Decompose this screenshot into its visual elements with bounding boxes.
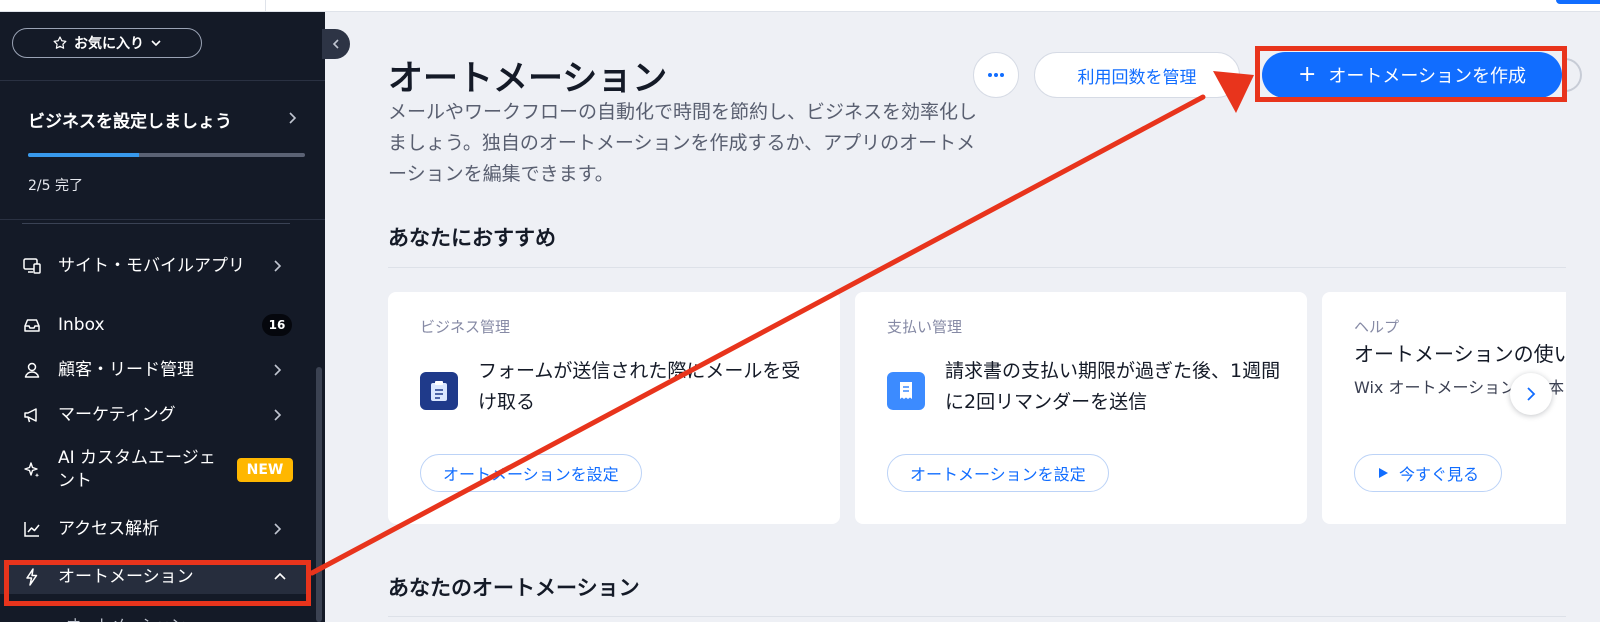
more-dots-icon [988,73,1004,77]
chevron-right-icon [274,260,282,272]
watch-now-button[interactable]: 今すぐ見る [1354,454,1503,492]
section-divider [388,616,1566,617]
sidebar: お気に入り ビジネスを設定しましょう 2/5 完了 サイト・モバイルアプリ In… [0,12,325,622]
megaphone-icon [22,405,42,425]
invoice-icon [887,372,925,410]
setup-progress-card[interactable]: ビジネスを設定しましょう 2/5 完了 [0,80,325,220]
chevron-right-icon [1527,387,1536,401]
sidebar-item-label: オートメーション [58,566,194,587]
setup-title: ビジネスを設定しましょう [28,112,232,132]
card-text: 請求書の支払い期限が過ぎた後、1週間に2回リマンダーを送信 [945,360,1281,413]
sidebar-item-site-app[interactable]: サイト・モバイルアプリ [0,240,325,292]
overflow-button-edge [1562,58,1582,92]
sidebar-item-automations[interactable]: オートメーション [0,560,310,594]
section-divider [388,267,1566,268]
setup-progress-fill [28,153,139,157]
create-automation-label: オートメーションを作成 [1328,66,1527,87]
carousel-next-button[interactable] [1510,373,1552,415]
chevron-left-icon [332,39,339,49]
sidebar-item-marketing[interactable]: マーケティング [0,400,325,430]
my-automations-section-title: あなたのオートメーション [388,576,640,600]
sidebar-scrollbar[interactable] [316,367,322,622]
inbox-count-badge: 16 [262,314,292,336]
lightning-icon [22,567,42,587]
nav-divider [22,223,290,224]
setup-automation-button[interactable]: オートメーションを設定 [887,454,1109,492]
new-badge: NEW [237,458,293,482]
sidebar-item-analytics[interactable]: アクセス解析 [0,514,325,544]
setup-progress-text: 2/5 完了 [28,178,83,194]
help-card-title: オートメーションの使い [1354,342,1566,366]
top-bar-accent [1556,0,1600,4]
inbox-icon [22,315,42,335]
sidebar-subitem-automations[interactable]: オートメーション [66,614,186,622]
recommendation-card: 支払い管理 請求書の支払い期限が過ぎた後、1週間に2回リマンダーを送信 オートメ… [855,292,1307,524]
recommended-carousel: ビジネス管理 フォームが送信された際にメールを受け取る オートメーションを設定 … [388,292,1566,524]
clipboard-icon [420,372,458,410]
sidebar-item-label: AI カスタムエージェント [58,448,216,491]
plus-icon: + [1297,62,1317,87]
chevron-up-icon [274,572,286,580]
chart-icon [22,519,42,539]
card-category: ビジネス管理 [420,318,511,336]
favorites-button[interactable]: お気に入り [12,28,202,58]
chevron-right-icon [274,523,282,535]
contacts-icon [22,360,42,380]
more-actions-button[interactable] [973,52,1019,98]
top-bar-divider [265,0,266,12]
recommendation-card: ビジネス管理 フォームが送信された際にメールを受け取る オートメーションを設定 [388,292,840,524]
sidebar-item-label: 顧客・リード管理 [58,359,194,380]
star-icon [53,36,67,49]
chevron-down-icon [151,40,161,47]
manage-usage-button[interactable]: 利用回数を管理 [1034,52,1240,98]
sidebar-item-contacts[interactable]: 顧客・リード管理 [0,355,325,385]
setup-progress-bar [28,153,305,157]
setup-automation-button[interactable]: オートメーションを設定 [420,454,642,492]
sidebar-item-inbox[interactable]: Inbox 16 [0,310,325,340]
page-description: メールやワークフローの自動化で時間を節約し、ビジネスを効率化しましょう。独自のオ… [388,101,978,185]
favorites-label: お気に入り [74,36,144,52]
page-title: オートメーション [388,59,668,99]
play-icon [1379,468,1388,478]
chevron-right-icon [274,409,282,421]
create-automation-button[interactable]: + オートメーションを作成 [1262,52,1562,98]
sidebar-item-label: Inbox [58,314,105,335]
devices-icon [22,256,42,276]
sidebar-item-label: サイト・モバイルアプリ [58,255,245,276]
card-text: フォームが送信された際にメールを受け取る [478,360,801,413]
card-category: 支払い管理 [887,318,963,336]
card-category: ヘルプ [1354,318,1400,336]
sidebar-collapse-button[interactable] [322,29,350,59]
recommended-section-title: あなたにおすすめ [388,226,556,250]
chevron-right-icon [289,112,297,124]
top-bar [0,0,1600,12]
sidebar-item-label: マーケティング [58,404,176,425]
watch-now-label: 今すぐ見る [1399,465,1480,484]
sidebar-item-ai-agent[interactable]: AI カスタムエージェント NEW [0,444,325,496]
chevron-right-icon [274,364,282,376]
sidebar-item-label: アクセス解析 [58,518,160,539]
sparkle-icon [22,460,42,480]
